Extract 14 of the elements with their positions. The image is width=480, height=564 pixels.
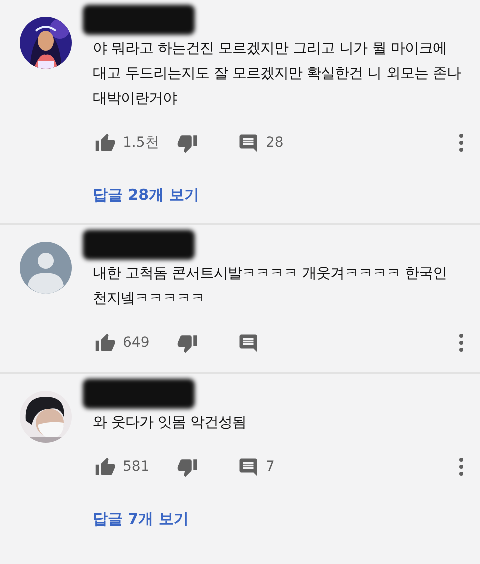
view-replies-link[interactable]: 답글 7개 보기 [93,510,189,529]
comment-text: 와 웃다가 잇몸 악건성됨 [93,414,248,433]
more-icon[interactable] [457,332,466,354]
view-replies-link[interactable]: 답글 28개 보기 [93,186,200,205]
comment-text: 내한 고척돔 콘서트시발ㅋㅋㅋㅋ 개웃겨ㅋㅋㅋㅋ 한국인 천지넼ㅋㅋㅋㅋㅋ [93,265,448,309]
more-icon[interactable] [457,132,466,154]
like-count: 1.5천 [123,134,160,152]
like-count: 649 [123,335,151,351]
reply-count: 28 [266,135,284,151]
like-count: 581 [123,459,151,475]
more-icon[interactable] [457,456,466,478]
person-icon [20,242,72,294]
comment-text: 야 뭐라고 하는건진 모르겠지만 그리고 니가 뭘 마이크에 대고 두드리는지도 잘 모르겠지만 확실한건 니 외모는 존나 대박이란거야 [93,40,462,109]
reply-count: 7 [266,459,275,475]
